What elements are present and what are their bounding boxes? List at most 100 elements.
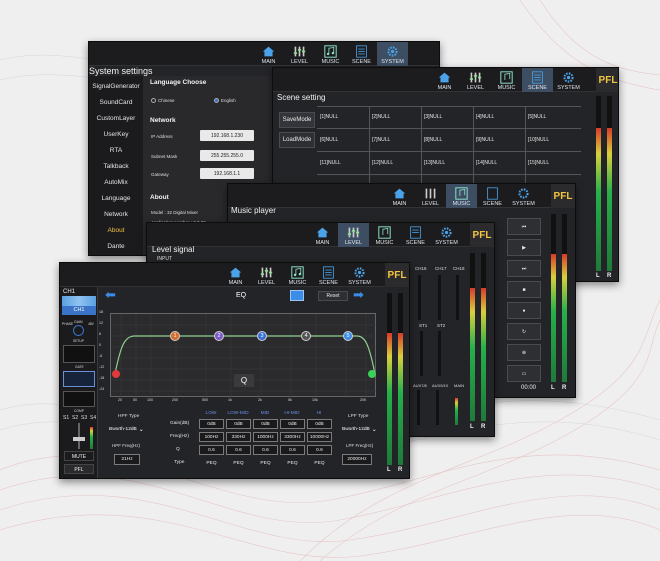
mask-field[interactable]: 255.255.255.0 (200, 150, 254, 161)
nav-scene[interactable]: SCENE (522, 68, 553, 92)
nav-system[interactable]: SYSTEM (431, 223, 462, 247)
q-box[interactable]: Q (234, 374, 254, 387)
eq-node-2[interactable]: 2 (214, 331, 224, 341)
gain-hi[interactable]: 0dB (307, 419, 332, 429)
type-hi-mid[interactable]: PEQ (280, 458, 305, 468)
scene-slot-6[interactable]: [6]NULL (320, 137, 338, 143)
q-low[interactable]: 0.6 (199, 445, 224, 455)
fader-thumb[interactable] (73, 437, 85, 441)
nav-main[interactable]: MAIN (384, 184, 415, 208)
scene-slot-9[interactable]: [9]NULL (476, 137, 494, 143)
gain-low[interactable]: 0dB (199, 419, 224, 429)
reset-button[interactable]: Reset (318, 291, 348, 301)
add-button[interactable]: ⊕ (507, 344, 541, 361)
play-button[interactable]: ▶ (507, 239, 541, 256)
scene-slot-12[interactable]: [12]NULL (372, 160, 393, 166)
pfl-button[interactable]: PFL (385, 263, 409, 287)
gain-mid[interactable]: 0dB (253, 419, 278, 429)
gain-low-mid[interactable]: 0dB (226, 419, 251, 429)
eq-mini-box[interactable] (63, 371, 95, 387)
freq-low[interactable]: 100Hz (199, 432, 224, 442)
q-low-mid[interactable]: 0.6 (226, 445, 251, 455)
nav-system[interactable]: SYSTEM (553, 68, 584, 92)
eq-node-3[interactable]: 3 (257, 331, 267, 341)
hpf-type-select[interactable]: Bworth-12dB ⌄ (109, 425, 151, 434)
s2-label[interactable]: S2 (72, 415, 78, 421)
gain-knob-icon[interactable] (73, 325, 84, 336)
scene-slot-3[interactable]: [3]NULL (424, 114, 442, 120)
save-mode-button[interactable]: SaveMode (279, 112, 315, 128)
hpf-freq-field[interactable]: 21Hz (114, 454, 140, 465)
eq-graph[interactable]: 1 2 3 4 5 Q (110, 313, 377, 398)
nav-scene[interactable]: SCENE (313, 263, 344, 287)
q-mid[interactable]: 0.6 (253, 445, 278, 455)
nav-music[interactable]: MUSIC (446, 184, 477, 208)
freq-hi[interactable]: 10000Hz (307, 432, 332, 442)
nav-level[interactable]: LEVEL (338, 223, 369, 247)
scene-slot-15[interactable]: [15]NULL (528, 160, 549, 166)
prev-channel-arrow-icon[interactable]: ⬅ (105, 288, 116, 301)
type-low[interactable]: PEQ (199, 458, 224, 468)
pfl-button[interactable]: PFL (596, 68, 618, 92)
mute-button[interactable]: MUTE (64, 451, 94, 461)
freq-hi-mid[interactable]: 3300Hz (280, 432, 305, 442)
record-button[interactable]: ● (507, 302, 541, 319)
nav-main[interactable]: MAIN (253, 42, 284, 66)
nav-level[interactable]: LEVEL (460, 68, 491, 92)
next-button[interactable]: ⏭ (507, 260, 541, 277)
scene-slot-2[interactable]: [2]NULL (372, 114, 390, 120)
stop-button[interactable]: ■ (507, 281, 541, 298)
scene-slot-5[interactable]: [5]NULL (528, 114, 546, 120)
nav-level[interactable]: LEVEL (251, 263, 282, 287)
repeat-button[interactable]: ↻ (507, 323, 541, 340)
lpf-type-select[interactable]: Bworth-12dB ⌄ (342, 425, 388, 434)
type-mid[interactable]: PEQ (253, 458, 278, 468)
nav-music[interactable]: MUSIC (491, 68, 522, 92)
nav-system[interactable]: SYSTEM (377, 42, 408, 66)
nav-level[interactable]: LEVEL (415, 184, 446, 208)
eq-node-5[interactable]: 5 (343, 331, 353, 341)
pfl-strip-button[interactable]: PFL (64, 464, 94, 474)
scene-slot-14[interactable]: [14]NULL (476, 160, 497, 166)
nav-scene[interactable]: SCENE (346, 42, 377, 66)
ip-field[interactable]: 192.168.1.230 (200, 130, 254, 141)
menu-dante[interactable]: Dante (89, 236, 143, 255)
type-low-mid[interactable]: PEQ (226, 458, 251, 468)
scene-slot-13[interactable]: [13]NULL (424, 160, 445, 166)
q-hi[interactable]: 0.6 (307, 445, 332, 455)
nav-main[interactable]: MAIN (220, 263, 251, 287)
type-hi[interactable]: PEQ (307, 458, 332, 468)
lpf-handle[interactable] (368, 370, 376, 378)
lpf-freq-field[interactable]: 20000Hz (342, 454, 372, 465)
nav-music[interactable]: MUSIC (282, 263, 313, 287)
nav-scene[interactable]: SCENE (400, 223, 431, 247)
pfl-button[interactable]: PFL (470, 223, 494, 247)
nav-main[interactable]: MAIN (429, 68, 460, 92)
nav-main[interactable]: MAIN (307, 223, 338, 247)
scene-slot-7[interactable]: [7]NULL (372, 137, 390, 143)
eq-node-4[interactable]: 4 (301, 331, 311, 341)
next-channel-arrow-icon[interactable]: ➡ (353, 288, 364, 301)
comp-box[interactable] (63, 391, 95, 407)
s1-label[interactable]: S1 (63, 415, 69, 421)
nav-music[interactable]: MUSIC (369, 223, 400, 247)
s3-label[interactable]: S3 (81, 415, 87, 421)
pfl-button[interactable]: PFL (551, 184, 575, 208)
gateway-field[interactable]: 192.168.1.1 (200, 168, 254, 179)
radio-chinese[interactable]: Chinese (151, 98, 175, 103)
scene-slot-4[interactable]: [4]NULL (476, 114, 494, 120)
load-mode-button[interactable]: LoadMode (279, 132, 315, 148)
s4-label[interactable]: S4 (90, 415, 96, 421)
freq-mid[interactable]: 1000Hz (253, 432, 278, 442)
gate-box[interactable] (63, 345, 95, 363)
nav-system[interactable]: SYSTEM (344, 263, 375, 287)
eq-node-1[interactable]: 1 (170, 331, 180, 341)
nav-music[interactable]: MUSIC (315, 42, 346, 66)
folder-button[interactable]: ▭ (507, 365, 541, 382)
nav-level[interactable]: LEVEL (284, 42, 315, 66)
prev-button[interactable]: ⏮ (507, 218, 541, 235)
hpf-handle[interactable] (112, 370, 120, 378)
scene-slot-11[interactable]: [11]NULL (320, 160, 341, 166)
gain-hi-mid[interactable]: 0dB (280, 419, 305, 429)
scene-slot-8[interactable]: [8]NULL (424, 137, 442, 143)
